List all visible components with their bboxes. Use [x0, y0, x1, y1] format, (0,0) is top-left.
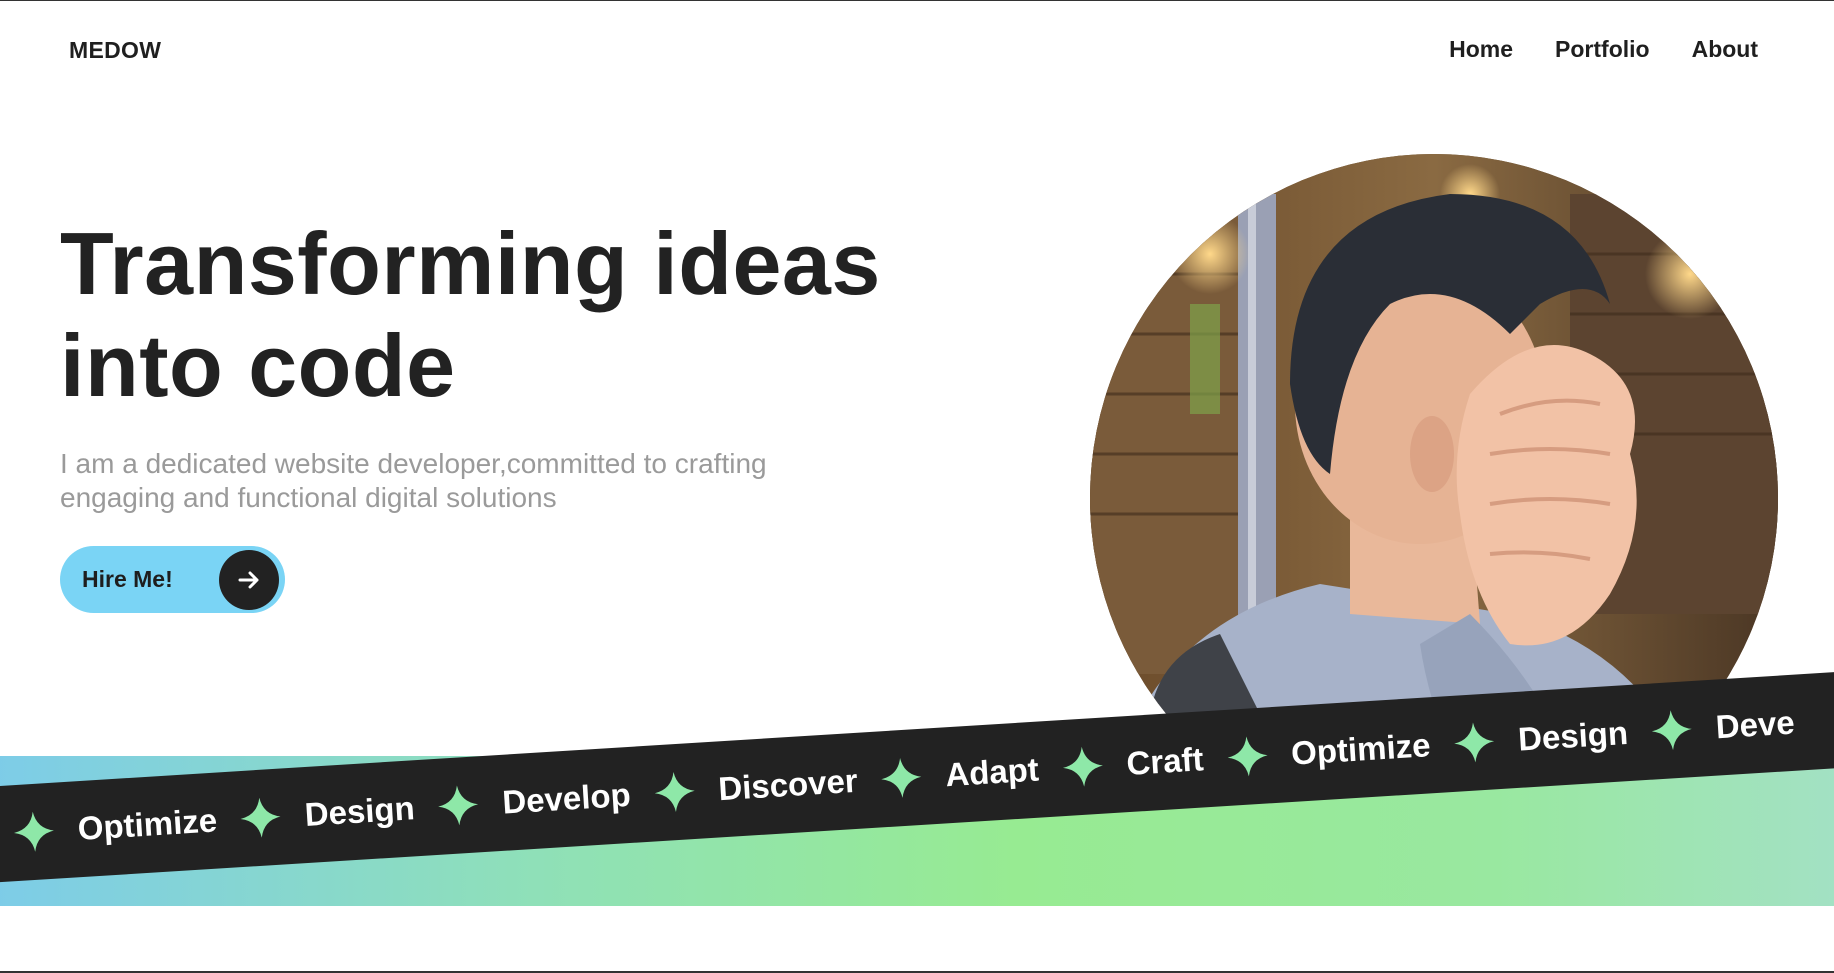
four-point-star-icon [240, 797, 281, 838]
marquee-word: Optimize [76, 801, 219, 848]
four-point-star-icon [654, 772, 695, 812]
logo[interactable]: MEDOW [69, 37, 161, 64]
marquee-word: Deve [1714, 703, 1796, 746]
headline-line-1: Transforming ideas [60, 214, 881, 313]
nav-home[interactable]: Home [1449, 36, 1513, 63]
marquee-word: Craft [1125, 740, 1205, 782]
page: MEDOW Home Portfolio About Transforming … [0, 0, 1834, 973]
four-point-star-icon [881, 757, 922, 798]
main-nav: Home Portfolio About [1449, 36, 1758, 63]
four-point-star-icon [1227, 736, 1268, 777]
marquee-word: Develop [501, 775, 632, 821]
hero-subtext: I am a dedicated website developer,commi… [60, 448, 767, 513]
hero-headline: Transforming ideas into code [60, 213, 960, 417]
marquee-word: Design [1516, 713, 1630, 758]
marquee-word: Optimize [1290, 726, 1432, 772]
hire-me-button[interactable]: Hire Me! [60, 546, 285, 613]
marquee-word: Design [303, 789, 416, 833]
arrow-right-icon [219, 549, 279, 610]
nav-about[interactable]: About [1692, 36, 1758, 63]
four-point-star-icon [1062, 746, 1103, 787]
marquee-word: Adapt [944, 750, 1040, 794]
four-point-star-icon [1651, 710, 1692, 751]
marquee-word: Discover [717, 761, 859, 808]
hire-me-label: Hire Me! [82, 566, 173, 592]
four-point-star-icon [438, 785, 479, 826]
four-point-star-icon [1454, 722, 1495, 763]
nav-portfolio[interactable]: Portfolio [1555, 36, 1650, 63]
four-point-star-icon [14, 811, 54, 852]
headline-line-2: into code [60, 316, 456, 415]
